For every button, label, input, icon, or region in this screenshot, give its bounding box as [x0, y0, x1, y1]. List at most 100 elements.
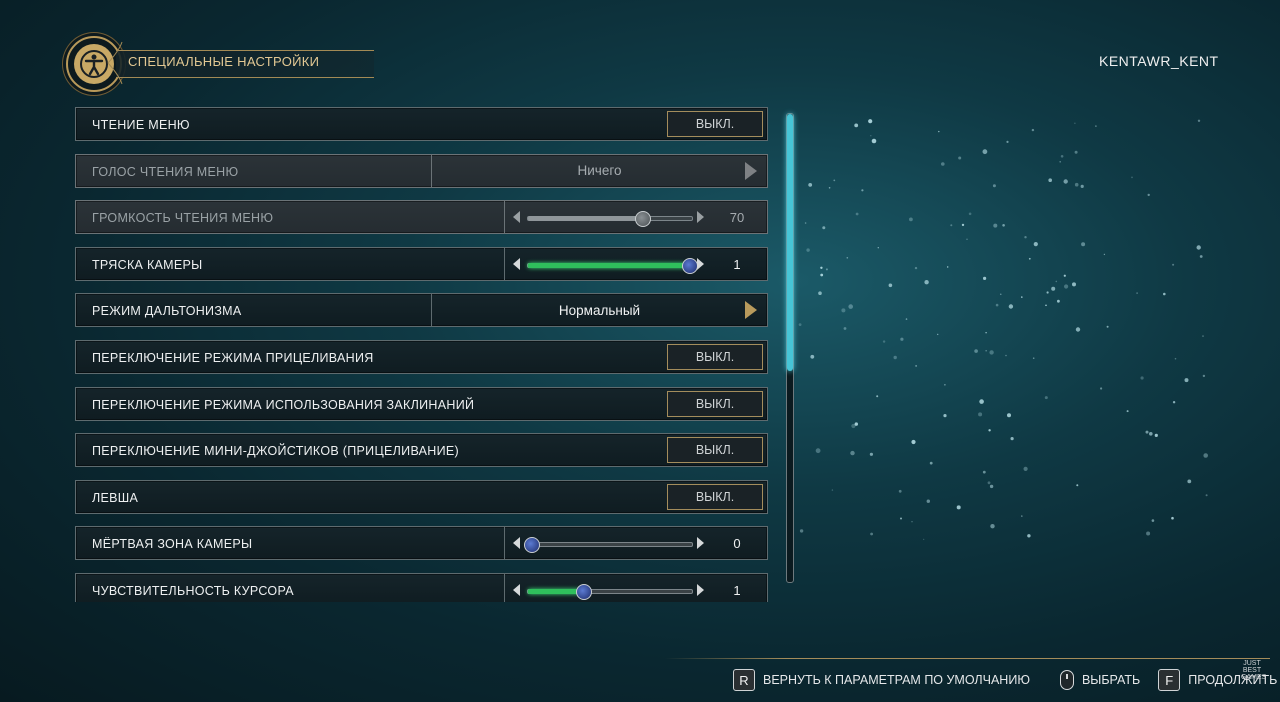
chevron-right-icon[interactable]: [745, 301, 757, 320]
particle: [1146, 531, 1151, 536]
chevron-right-icon[interactable]: [697, 211, 704, 224]
particle: [871, 138, 877, 144]
particle: [1072, 282, 1076, 287]
slider-fill: [528, 216, 639, 222]
particle: [1140, 376, 1144, 380]
watermark-logo: JUST BEST GAMES: [1241, 660, 1267, 681]
setting-row[interactable]: Чувствительность курсора 1: [75, 573, 768, 602]
chevron-right-icon[interactable]: [697, 257, 704, 270]
particle: [1024, 236, 1027, 239]
particle: [1196, 245, 1201, 250]
toggle-button[interactable]: ВЫКЛ.: [667, 390, 763, 417]
slider-handle[interactable]: [576, 584, 593, 600]
chevron-left-icon[interactable]: [513, 211, 520, 224]
slider-handle[interactable]: [682, 257, 698, 274]
particle: [989, 484, 994, 489]
particle: [1027, 534, 1031, 538]
chevron-left-icon[interactable]: [513, 537, 520, 550]
setting-row[interactable]: Переключение режима прицеливания ВЫКЛ.: [75, 340, 768, 374]
particle: [1044, 396, 1048, 400]
particle: [1045, 304, 1047, 307]
toggle-button[interactable]: ВЫКЛ.: [667, 437, 763, 464]
particle: [877, 247, 879, 249]
particle: [820, 266, 823, 269]
particle: [882, 340, 886, 343]
particle: [966, 238, 968, 240]
particle: [806, 248, 810, 252]
particle: [995, 303, 999, 307]
toggle-button[interactable]: ВЫКЛ.: [667, 111, 763, 137]
setting-label: Мёртвая зона камеры: [92, 537, 253, 552]
particle: [987, 481, 991, 485]
particle: [1074, 150, 1078, 154]
slider[interactable]: 0: [504, 527, 767, 560]
setting-row[interactable]: Левша ВЫКЛ.: [75, 479, 768, 514]
slider-track[interactable]: [527, 584, 693, 600]
slider-track[interactable]: [527, 257, 698, 274]
particle: [833, 179, 836, 182]
particle: [1007, 413, 1011, 418]
chevron-right-icon[interactable]: [745, 161, 757, 180]
f-key-icon: F: [1158, 669, 1181, 691]
reset-defaults-button[interactable]: R Вернуть к параметрам по умолчанию: [733, 669, 1030, 691]
particle: [1055, 280, 1058, 283]
option-selector[interactable]: Ничего: [431, 154, 767, 187]
particle: [1063, 274, 1066, 277]
slider[interactable]: 1: [504, 247, 767, 280]
setting-row[interactable]: Переключение режима использования заклин…: [75, 386, 768, 421]
slider[interactable]: 1: [504, 574, 767, 602]
particle: [1197, 119, 1201, 123]
particle: [1131, 176, 1133, 179]
option-selector[interactable]: Нормальный: [431, 294, 767, 327]
setting-row[interactable]: Чтение меню ВЫКЛ.: [75, 107, 768, 141]
scrollbar-thumb[interactable]: [787, 114, 793, 372]
chevron-right-icon[interactable]: [697, 537, 704, 550]
toggle-button[interactable]: ВЫКЛ.: [667, 483, 763, 510]
particle: [956, 505, 961, 510]
setting-row[interactable]: Переключение мини-джойстиков (прицеливан…: [75, 433, 768, 468]
setting-row[interactable]: Громкость чтения меню 70: [75, 200, 768, 235]
setting-label: Голос чтения меню: [92, 164, 239, 179]
select-button[interactable]: Выбрать: [1048, 670, 1140, 690]
particle: [961, 223, 965, 227]
toggle-button[interactable]: ВЫКЛ.: [667, 344, 763, 370]
particle: [909, 217, 913, 222]
particle: [1106, 325, 1109, 328]
slider-track[interactable]: [524, 537, 693, 554]
chevron-left-icon[interactable]: [513, 584, 520, 596]
particle: [828, 187, 831, 189]
particle: [911, 439, 916, 445]
chevron-left-icon[interactable]: [513, 257, 520, 270]
particle: [1002, 224, 1005, 227]
slider-handle[interactable]: [524, 537, 540, 554]
particle: [1202, 335, 1204, 337]
slider[interactable]: 70: [504, 201, 767, 234]
particle: [992, 184, 996, 188]
page-header: Специальные настройки: [66, 36, 396, 92]
particle: [993, 223, 998, 228]
particle: [989, 350, 994, 355]
setting-row[interactable]: Мёртвая зона камеры 0: [75, 526, 768, 561]
chevron-right-icon[interactable]: [697, 584, 704, 596]
particle: [938, 130, 940, 133]
particle: [1046, 291, 1049, 294]
particle: [854, 123, 859, 128]
particle: [1199, 255, 1203, 258]
particle: [799, 529, 804, 533]
particle: [1010, 437, 1014, 441]
slider-track[interactable]: [527, 211, 693, 228]
setting-row[interactable]: Тряска камеры 1: [75, 246, 768, 281]
particle: [1028, 257, 1031, 260]
particle: [804, 222, 807, 224]
slider-fill: [528, 589, 581, 594]
particle: [1103, 253, 1106, 256]
particle: [950, 224, 953, 227]
particle: [1184, 378, 1189, 383]
setting-row[interactable]: Голос чтения меню Ничего: [75, 153, 768, 188]
setting-row[interactable]: Режим дальтонизма Нормальный: [75, 293, 768, 328]
particle: [815, 448, 821, 454]
scrollbar[interactable]: [786, 113, 794, 583]
mouse-icon: [1059, 670, 1074, 690]
particle: [1187, 479, 1192, 484]
slider-handle[interactable]: [634, 211, 651, 228]
